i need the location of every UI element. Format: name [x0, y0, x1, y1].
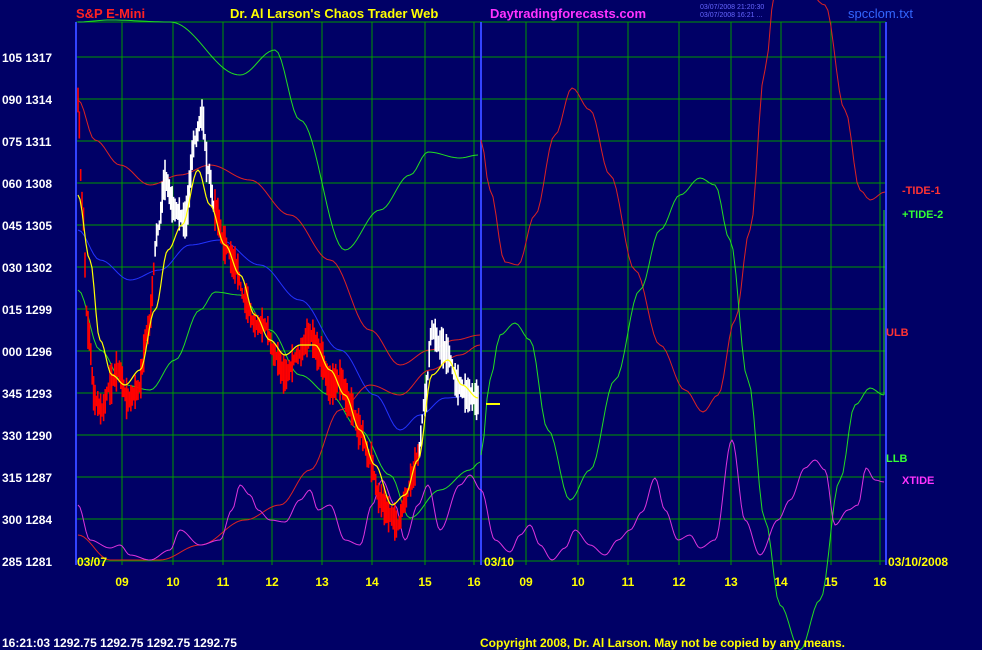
y-tick-label: 300 1284 [2, 513, 52, 527]
x-tick-label: 16 [873, 575, 887, 589]
x-tick-label: 09 [115, 575, 129, 589]
x-tick-label: 14 [365, 575, 379, 589]
y-tick-label: 030 1302 [2, 261, 52, 275]
y-tick-label: 105 1317 [2, 51, 52, 65]
copyright: Copyright 2008, Dr. Al Larson. May not b… [480, 636, 845, 650]
x-tick-label: 13 [315, 575, 329, 589]
data-file-name: spcclom.txt [848, 6, 913, 21]
x-tick-label: 15 [824, 575, 838, 589]
timestamp-1: 03/07/2008 21:20:30 [700, 4, 764, 11]
y-tick-label: 315 1287 [2, 471, 52, 485]
date-right: 03/10/2008 [888, 555, 948, 569]
quote-line: 16:21:03 1292.75 1292.75 1292.75 1292.75 [2, 636, 237, 650]
legend-llb: LLB [886, 453, 907, 465]
x-tick-label: 11 [622, 575, 635, 589]
y-tick-label: 345 1293 [2, 387, 52, 401]
legend-tide1: -TIDE-1 [902, 185, 941, 197]
y-tick-label: 075 1311 [2, 135, 52, 149]
y-tick-label: 330 1290 [2, 429, 52, 443]
x-tick-label: 10 [571, 575, 585, 589]
x-tick-label: 13 [724, 575, 738, 589]
legend-tide2: +TIDE-2 [902, 209, 943, 221]
date-mid: 03/10 [484, 555, 514, 569]
y-tick-label: 285 1281 [2, 555, 52, 569]
date-left: 03/07 [77, 555, 107, 569]
legend-ulb: ULB [886, 327, 909, 339]
x-tick-label: 09 [519, 575, 533, 589]
x-tick-label: 14 [774, 575, 788, 589]
instrument-title: S&P E-Mini [76, 6, 145, 21]
y-tick-label: 000 1296 [2, 345, 52, 359]
x-tick-label: 15 [418, 575, 432, 589]
x-tick-label: 16 [467, 575, 481, 589]
y-tick-label: 090 1314 [2, 93, 52, 107]
x-tick-label: 11 [217, 575, 230, 589]
x-tick-label: 10 [166, 575, 180, 589]
y-tick-label: 045 1305 [2, 219, 52, 233]
chart: 105 1317 090 1314 075 1311 060 1308 045 1305… [0, 0, 982, 650]
y-tick-label: 060 1308 [2, 177, 52, 191]
x-tick-label: 12 [265, 575, 279, 589]
x-tick-label: 12 [672, 575, 686, 589]
timestamp-2: 03/07/2008 16:21 ... [700, 12, 762, 19]
y-tick-label: 015 1299 [2, 303, 52, 317]
site-link[interactable]: Daytradingforecasts.com [490, 6, 646, 21]
chart-title: Dr. Al Larson's Chaos Trader Web [230, 6, 438, 21]
legend-xtide: XTIDE [902, 475, 934, 487]
